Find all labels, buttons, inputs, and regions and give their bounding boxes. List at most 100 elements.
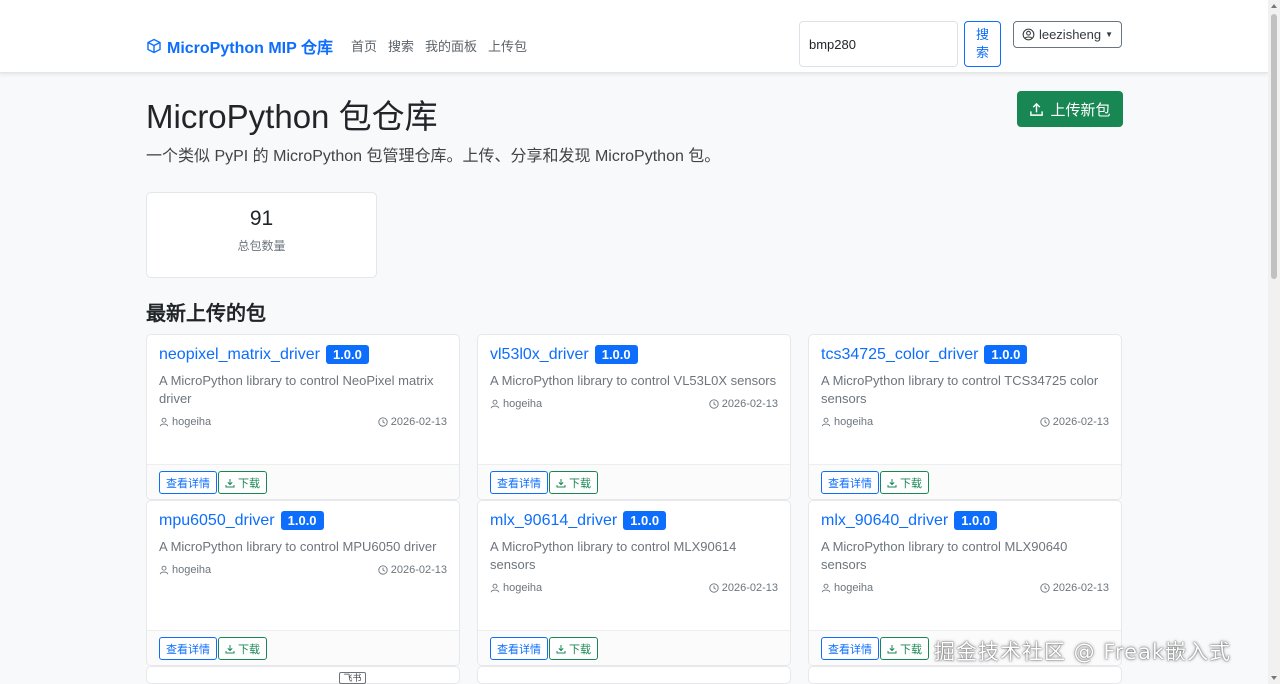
download-button[interactable]: 下载 xyxy=(218,637,267,660)
person-icon xyxy=(821,417,831,427)
download-label: 下载 xyxy=(900,477,922,490)
date-text: 2026-02-13 xyxy=(721,582,778,594)
version-badge: 1.0.0 xyxy=(984,345,1028,364)
download-button[interactable]: 下载 xyxy=(549,471,598,494)
package-card: mpu6050_driver 1.0.0 A MicroPython libra… xyxy=(146,500,460,666)
navbar: MicroPython MIP 仓库 首页 搜索 我的面板 上传包 搜索 lee… xyxy=(0,0,1268,73)
author-name: hogeiha xyxy=(503,398,543,410)
package-description: A MicroPython library to control TCS3472… xyxy=(821,373,1099,406)
author: hogeiha xyxy=(821,582,873,594)
clock-icon xyxy=(709,399,719,409)
upload-date: 2026-02-13 xyxy=(378,416,447,428)
view-details-button[interactable]: 查看详情 xyxy=(821,637,879,660)
search-button[interactable]: 搜索 xyxy=(964,21,1001,67)
page-title: MicroPython 包仓库 xyxy=(146,98,438,135)
package-description: A MicroPython library to control VL53L0X… xyxy=(490,373,777,388)
version-badge: 1.0.0 xyxy=(954,511,998,530)
package-name-link[interactable]: vl53l0x_driver xyxy=(490,346,589,364)
package-meta: hogeiha 2026-02-13 xyxy=(159,416,447,428)
page-scrollbar[interactable] xyxy=(1268,0,1280,684)
package-card-partial xyxy=(146,666,460,684)
scroll-down-arrow-icon[interactable] xyxy=(1271,676,1277,680)
card-footer: 查看详情 下载 xyxy=(147,630,459,665)
section-title: 最新上传的包 xyxy=(146,303,266,325)
clock-icon xyxy=(378,565,388,575)
package-name-link[interactable]: mlx_90640_driver xyxy=(821,512,948,530)
person-icon xyxy=(490,583,500,593)
upload-date: 2026-02-13 xyxy=(1040,416,1109,428)
user-dropdown[interactable]: leezisheng ▼ xyxy=(1013,21,1122,48)
stat-value: 91 xyxy=(249,207,274,230)
package-meta: hogeiha 2026-02-13 xyxy=(159,564,447,576)
download-label: 下载 xyxy=(569,477,591,490)
download-label: 下载 xyxy=(238,643,260,656)
author-name: hogeiha xyxy=(172,416,212,428)
package-meta: hogeiha 2026-02-13 xyxy=(490,582,778,594)
view-details-button[interactable]: 查看详情 xyxy=(821,471,879,494)
author-name: hogeiha xyxy=(503,582,543,594)
package-description: A MicroPython library to control MLX9064… xyxy=(821,539,1068,572)
person-icon xyxy=(159,417,169,427)
clock-icon xyxy=(378,417,388,427)
download-icon xyxy=(225,478,235,487)
download-button[interactable]: 下载 xyxy=(880,637,929,660)
search-input[interactable] xyxy=(799,21,958,67)
user-circle-icon xyxy=(1022,28,1035,41)
nav-dashboard[interactable]: 我的面板 xyxy=(425,36,477,55)
package-name-link[interactable]: tcs34725_color_driver xyxy=(821,346,978,364)
view-details-button[interactable]: 查看详情 xyxy=(159,637,217,660)
nav-home[interactable]: 首页 xyxy=(351,36,377,55)
download-button[interactable]: 下载 xyxy=(549,637,598,660)
download-icon xyxy=(887,644,897,653)
nav-upload[interactable]: 上传包 xyxy=(488,36,527,55)
date-text: 2026-02-13 xyxy=(721,398,778,410)
nav-links: 首页 搜索 我的面板 上传包 xyxy=(351,36,527,55)
author: hogeiha xyxy=(490,398,542,410)
download-icon xyxy=(225,644,235,653)
person-icon xyxy=(490,399,500,409)
package-meta: hogeiha 2026-02-13 xyxy=(490,398,778,410)
version-badge: 1.0.0 xyxy=(325,345,369,364)
author: hogeiha xyxy=(159,564,211,576)
view-details-button[interactable]: 查看详情 xyxy=(490,471,548,494)
download-button[interactable]: 下载 xyxy=(218,471,267,494)
download-button[interactable]: 下载 xyxy=(880,471,929,494)
date-text: 2026-02-13 xyxy=(390,564,447,576)
upload-new-button[interactable]: 上传新包 xyxy=(1017,91,1123,127)
download-label: 下载 xyxy=(238,477,260,490)
author-name: hogeiha xyxy=(834,582,874,594)
date-text: 2026-02-13 xyxy=(1052,416,1109,428)
upload-date: 2026-02-13 xyxy=(378,564,447,576)
scroll-thumb[interactable] xyxy=(1271,14,1277,279)
view-details-button[interactable]: 查看详情 xyxy=(159,471,217,494)
package-description: A MicroPython library to control MPU6050… xyxy=(159,539,437,554)
brand-text: MicroPython MIP 仓库 xyxy=(167,40,333,57)
version-badge: 1.0.0 xyxy=(594,345,638,364)
author-name: hogeiha xyxy=(172,564,212,576)
scroll-up-arrow-icon[interactable] xyxy=(1271,4,1277,8)
package-name-link[interactable]: neopixel_matrix_driver xyxy=(159,346,320,364)
download-icon xyxy=(887,478,897,487)
card-footer: 查看详情 下载 xyxy=(147,464,459,499)
package-name-link[interactable]: mpu6050_driver xyxy=(159,512,275,530)
brand-link[interactable]: MicroPython MIP 仓库 xyxy=(146,34,333,58)
upload-date: 2026-02-13 xyxy=(709,398,778,410)
clock-icon xyxy=(1040,417,1050,427)
nav-search[interactable]: 搜索 xyxy=(388,36,414,55)
view-details-button[interactable]: 查看详情 xyxy=(490,637,548,660)
caret-down-icon: ▼ xyxy=(1105,30,1114,39)
package-card: vl53l0x_driver 1.0.0 A MicroPython libra… xyxy=(477,334,791,500)
author-name: hogeiha xyxy=(834,416,874,428)
feishu-tag: 飞书 xyxy=(339,672,366,684)
package-name-link[interactable]: mlx_90614_driver xyxy=(490,512,617,530)
version-badge: 1.0.0 xyxy=(623,511,667,530)
username: leezisheng xyxy=(1038,27,1102,42)
card-footer: 查看详情 下载 xyxy=(478,630,790,665)
package-card: mlx_90614_driver 1.0.0 A MicroPython lib… xyxy=(477,500,791,666)
page-lead: 一个类似 PyPI 的 MicroPython 包管理仓库。上传、分享和发现 M… xyxy=(146,148,721,165)
download-label: 下载 xyxy=(900,643,922,656)
upload-date: 2026-02-13 xyxy=(709,582,778,594)
download-label: 下载 xyxy=(569,643,591,656)
clock-icon xyxy=(709,583,719,593)
package-card-partial xyxy=(808,666,1122,684)
